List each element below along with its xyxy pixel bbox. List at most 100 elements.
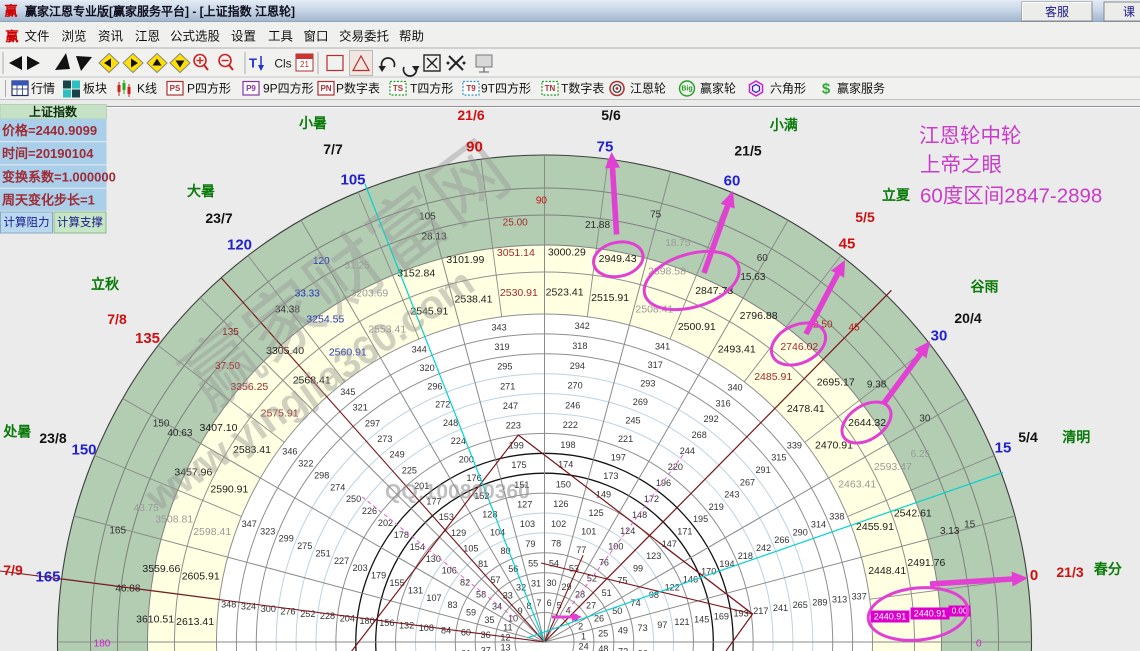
svg-text:2746.02: 2746.02 xyxy=(780,341,818,353)
svg-text:3000.29: 3000.29 xyxy=(548,247,586,259)
svg-text:323: 323 xyxy=(260,526,275,536)
svg-text:251: 251 xyxy=(316,549,331,559)
svg-text:0: 0 xyxy=(1030,567,1038,584)
svg-text:289: 289 xyxy=(812,597,827,607)
svg-text:2796.88: 2796.88 xyxy=(740,310,778,322)
svg-text:126: 126 xyxy=(553,499,568,509)
svg-text:1: 1 xyxy=(581,631,586,641)
svg-text:7/9: 7/9 xyxy=(3,562,23,578)
svg-text:5/6: 5/6 xyxy=(601,107,621,123)
svg-text:129: 129 xyxy=(451,528,466,538)
svg-text:103: 103 xyxy=(520,519,535,529)
svg-text:130: 130 xyxy=(426,554,441,564)
svg-text:立秋: 立秋 xyxy=(91,276,120,292)
svg-text:T9: T9 xyxy=(466,84,476,93)
svg-text:板块: 板块 xyxy=(83,82,107,96)
svg-text:269: 269 xyxy=(633,397,648,407)
svg-text:9.38: 9.38 xyxy=(867,379,887,390)
svg-text:21/3: 21/3 xyxy=(1056,564,1083,580)
svg-text:六角形: 六角形 xyxy=(770,82,806,96)
svg-text:PN: PN xyxy=(320,84,331,93)
svg-text:150: 150 xyxy=(153,419,170,430)
svg-text:6: 6 xyxy=(547,598,552,608)
svg-text:244: 244 xyxy=(680,446,695,456)
svg-text:立夏: 立夏 xyxy=(882,187,911,203)
svg-text:周天变化步长=1: 周天变化步长=1 xyxy=(2,193,95,208)
svg-text:谷雨: 谷雨 xyxy=(971,279,999,295)
svg-text:18.75: 18.75 xyxy=(665,238,690,249)
svg-text:273: 273 xyxy=(377,434,392,444)
svg-text:上证指数: 上证指数 xyxy=(29,104,78,119)
svg-text:30: 30 xyxy=(931,328,948,345)
svg-text:194: 194 xyxy=(719,559,734,569)
svg-text:246: 246 xyxy=(565,400,580,410)
svg-text:132: 132 xyxy=(399,621,414,631)
svg-text:171: 171 xyxy=(677,527,692,537)
svg-text:275: 275 xyxy=(297,541,312,551)
svg-text:变换系数=1.000000: 变换系数=1.000000 xyxy=(2,169,116,184)
svg-text:48: 48 xyxy=(598,644,608,651)
svg-text:147: 147 xyxy=(662,539,677,549)
svg-text:2593.47: 2593.47 xyxy=(874,461,912,473)
svg-text:Big: Big xyxy=(681,85,692,92)
svg-text:225: 225 xyxy=(402,465,417,475)
svg-text:T: T xyxy=(249,56,257,71)
svg-text:3051.14: 3051.14 xyxy=(497,247,535,259)
svg-text:180: 180 xyxy=(94,639,111,650)
svg-text:105: 105 xyxy=(463,544,478,554)
svg-text:198: 198 xyxy=(560,440,575,450)
svg-text:313: 313 xyxy=(832,595,847,605)
svg-text:75: 75 xyxy=(617,576,627,586)
svg-text:337: 337 xyxy=(852,592,867,602)
svg-text:322: 322 xyxy=(298,458,313,468)
svg-text:106: 106 xyxy=(442,566,457,576)
svg-text:203: 203 xyxy=(353,563,368,573)
svg-text:处暑: 处暑 xyxy=(2,424,31,440)
svg-text:大暑: 大暑 xyxy=(187,183,215,199)
svg-text:23/7: 23/7 xyxy=(205,210,232,226)
svg-text:271: 271 xyxy=(500,381,515,391)
svg-text:25.00: 25.00 xyxy=(503,218,528,229)
svg-text:3.13: 3.13 xyxy=(940,526,960,537)
svg-text:33: 33 xyxy=(503,590,513,600)
svg-text:资讯: 资讯 xyxy=(98,29,124,43)
svg-text:156: 156 xyxy=(379,618,394,628)
svg-text:30: 30 xyxy=(546,578,556,588)
svg-text:浏览: 浏览 xyxy=(61,28,86,43)
svg-text:7/8: 7/8 xyxy=(107,311,127,327)
svg-text:40.63: 40.63 xyxy=(167,428,192,439)
svg-text:QQ:100800360: QQ:100800360 xyxy=(385,481,530,504)
svg-text:2455.91: 2455.91 xyxy=(856,521,894,533)
svg-text:339: 339 xyxy=(787,440,802,450)
svg-text:297: 297 xyxy=(365,418,380,428)
svg-text:148: 148 xyxy=(632,510,647,520)
svg-text:344: 344 xyxy=(412,345,427,355)
svg-text:江恩轮中轮: 江恩轮中轮 xyxy=(919,125,1022,148)
svg-text:工具: 工具 xyxy=(268,29,294,43)
svg-text:45: 45 xyxy=(839,236,856,253)
svg-text:272: 272 xyxy=(435,400,450,410)
svg-text:121: 121 xyxy=(674,617,689,627)
svg-text:20/4: 20/4 xyxy=(954,310,981,326)
svg-text:5/4: 5/4 xyxy=(1018,429,1038,445)
svg-text:270: 270 xyxy=(568,381,583,391)
svg-text:15: 15 xyxy=(964,519,976,530)
svg-text:100: 100 xyxy=(608,542,623,552)
svg-text:21/6: 21/6 xyxy=(457,107,484,123)
svg-text:上帝之眼: 上帝之眼 xyxy=(920,154,1002,177)
svg-text:99: 99 xyxy=(633,563,643,573)
svg-text:135: 135 xyxy=(135,330,160,347)
svg-text:小暑: 小暑 xyxy=(299,115,327,131)
svg-text:298: 298 xyxy=(314,470,329,480)
svg-text:Cls: Cls xyxy=(274,57,291,71)
svg-text:172: 172 xyxy=(644,494,659,504)
svg-text:51: 51 xyxy=(602,588,612,598)
svg-text:75: 75 xyxy=(597,139,614,156)
svg-text:赢: 赢 xyxy=(4,4,17,19)
svg-text:小满: 小满 xyxy=(770,117,798,133)
svg-text:81: 81 xyxy=(478,559,488,569)
svg-text:249: 249 xyxy=(390,450,405,460)
svg-text:27: 27 xyxy=(586,600,596,610)
svg-text:春分: 春分 xyxy=(1093,561,1122,577)
svg-text:165: 165 xyxy=(35,569,60,586)
